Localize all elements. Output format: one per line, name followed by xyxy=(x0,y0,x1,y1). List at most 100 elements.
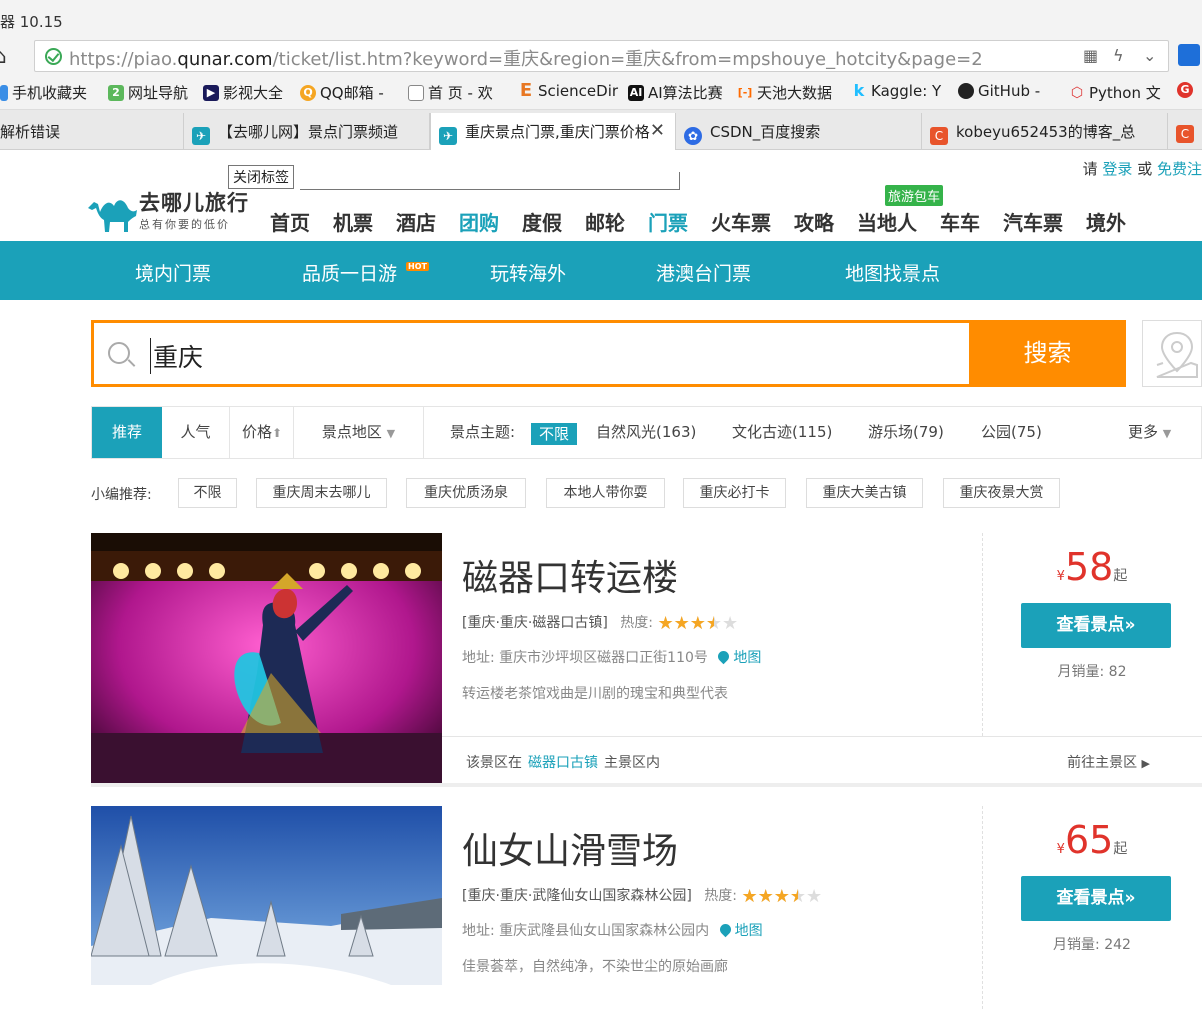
nav-flights[interactable]: 机票 xyxy=(333,207,373,236)
bookmark-item[interactable]: [-] 天池大数据 xyxy=(737,82,832,103)
browser-tab[interactable]: 解析错误 xyxy=(0,113,184,150)
bookmark-item[interactable]: AI AI算法比赛 xyxy=(628,82,723,103)
chevron-down-icon[interactable]: ⌄ xyxy=(1143,46,1156,65)
view-attraction-button[interactable]: 查看景点» xyxy=(1021,603,1171,648)
recommend-tag[interactable]: 不限 xyxy=(178,478,237,508)
map-link[interactable]: 地图 xyxy=(717,921,763,939)
chevron-down-icon: ▼ xyxy=(1162,427,1172,440)
map-pin-icon xyxy=(1156,331,1198,378)
github-icon xyxy=(958,83,974,99)
bookmark-item[interactable]: GitHub - xyxy=(958,82,1040,100)
nav-locals[interactable]: 当地人 xyxy=(857,207,917,236)
recommend-tag[interactable]: 重庆优质汤泉 xyxy=(406,478,526,508)
nav-trains[interactable]: 火车票 xyxy=(711,207,771,236)
url-field[interactable]: https://piao.qunar.com/ticket/list.htm?k… xyxy=(34,40,1169,72)
sort-price[interactable]: 价格⬆ xyxy=(230,407,294,458)
qunar-logo[interactable]: 去哪儿旅行 总有你要的低价 xyxy=(84,190,249,234)
theme-all[interactable]: 不限 xyxy=(531,423,578,445)
parent-area-link[interactable]: 磁器口古镇 xyxy=(528,755,598,771)
heat-stars: ★★★★★★★★★★ xyxy=(657,613,739,634)
nav-overseas[interactable]: 境外 xyxy=(1086,207,1126,236)
camel-logo-icon xyxy=(88,200,137,232)
home-icon[interactable]: ⌂ xyxy=(0,44,7,68)
nav-vacation[interactable]: 度假 xyxy=(522,207,562,236)
attraction-photo[interactable] xyxy=(91,533,442,783)
browser-tab[interactable]: Ckobeyu652453的博客_总 xyxy=(922,113,1168,150)
subnav-overseas[interactable]: 玩转海外 xyxy=(490,259,566,286)
view-attraction-button[interactable]: 查看景点» xyxy=(1021,876,1171,921)
kaggle-icon: k xyxy=(851,83,867,99)
nav-site-icon: 2 xyxy=(108,84,124,101)
attraction-description: 转运楼老茶馆戏曲是川剧的瑰宝和典型代表 xyxy=(462,686,728,702)
bookmark-item[interactable]: 首 页 - 欢 xyxy=(408,82,493,103)
bookmark-item[interactable]: E ScienceDir xyxy=(518,82,618,100)
sort-popularity[interactable]: 人气 xyxy=(162,407,230,458)
arrow-up-icon: ⬆ xyxy=(272,426,283,440)
attraction-meta: [重庆·重庆·武隆仙女山国家森林公园] 热度: ★★★★★★★★★★ xyxy=(462,885,822,907)
chevron-right-icon: ▶ xyxy=(1141,757,1150,770)
search-input[interactable]: 重庆 xyxy=(150,338,203,374)
subnav-map[interactable]: 地图找景点 xyxy=(845,259,940,286)
bookmark-item[interactable]: G xyxy=(1177,82,1193,98)
theme-park[interactable]: 公园(75) xyxy=(981,407,1042,458)
browser-tab[interactable]: ✈ 【去哪儿网】景点门票频道 xyxy=(184,113,430,150)
login-area: 请 登录 或 免费注 xyxy=(1082,160,1202,178)
browser-tab[interactable]: C xyxy=(1168,113,1202,150)
recommend-tag[interactable]: 重庆夜景大赏 xyxy=(943,478,1060,508)
bookmark-item[interactable]: ⬡ Python 文 xyxy=(1069,82,1161,103)
close-tab-icon[interactable]: ✕ xyxy=(650,120,665,141)
extension-icon[interactable] xyxy=(1178,44,1200,66)
nav-tickets[interactable]: 门票 xyxy=(648,207,688,236)
nav-hotels[interactable]: 酒店 xyxy=(396,207,436,236)
qunar-favicon-icon: ✈ xyxy=(439,127,457,145)
bookmark-item[interactable]: k Kaggle: Y xyxy=(851,82,941,100)
subnav-day-tour[interactable]: 品质一日游 xyxy=(302,259,397,286)
price-block: ¥65起 xyxy=(1056,818,1128,862)
lightning-icon[interactable]: ϟ xyxy=(1113,46,1124,65)
attraction-photo[interactable] xyxy=(91,806,442,985)
subnav-domestic[interactable]: 境内门票 xyxy=(135,259,211,286)
bookmark-item[interactable]: Q QQ邮箱 - xyxy=(300,82,384,103)
recommend-tag[interactable]: 本地人带你耍 xyxy=(546,478,665,508)
recommend-tag[interactable]: 重庆大美古镇 xyxy=(806,478,923,508)
theme-amusement[interactable]: 游乐场(79) xyxy=(868,407,944,458)
attraction-name[interactable]: 仙女山滑雪场 xyxy=(462,822,678,874)
map-link[interactable]: 地图 xyxy=(716,648,761,666)
register-link[interactable]: 免费注 xyxy=(1157,160,1202,178)
card-footer: 该景区在 磁器口古镇 主景区内 前往主景区 ▶ xyxy=(442,736,1202,783)
nav-cruise[interactable]: 邮轮 xyxy=(585,207,625,236)
bookmark-item[interactable]: ▶ 影视大全 xyxy=(203,82,283,103)
recommend-tag[interactable]: 重庆周末去哪儿 xyxy=(256,478,387,508)
recommend-label: 小编推荐: xyxy=(91,487,152,503)
nav-buses[interactable]: 汽车票 xyxy=(1003,207,1063,236)
nav-cars[interactable]: 车车 xyxy=(940,207,980,236)
logo-title: 去哪儿旅行 xyxy=(139,191,249,215)
theme-culture[interactable]: 文化古迹(115) xyxy=(732,407,832,458)
theme-label: 景点主题: xyxy=(450,423,516,441)
baidu-paw-icon: ✿ xyxy=(684,127,702,145)
nav-guides[interactable]: 攻略 xyxy=(794,207,834,236)
bookmark-item[interactable]: 手机收藏夹 xyxy=(0,82,87,103)
subnav-hk-macau-taiwan[interactable]: 港澳台门票 xyxy=(656,259,751,286)
recommend-tag[interactable]: 重庆必打卡 xyxy=(683,478,786,508)
bookmark-item[interactable]: 2 网址导航 xyxy=(108,82,188,103)
region-filter[interactable]: 景点地区 ▼ xyxy=(294,407,424,458)
map-search-button[interactable] xyxy=(1142,320,1202,387)
login-link[interactable]: 登录 xyxy=(1102,160,1132,178)
nav-group-buy[interactable]: 团购 xyxy=(459,207,499,236)
filter-bar: 推荐 人气 价格⬆ 景点地区 ▼ 景点主题: 不限 自然风光(163) 文化古迹… xyxy=(91,406,1202,459)
theme-nature[interactable]: 自然风光(163) xyxy=(596,407,696,458)
qr-code-icon[interactable]: ▦ xyxy=(1083,46,1098,65)
browser-tab[interactable]: ✿ CSDN_百度搜索 xyxy=(676,113,922,150)
goto-main-area-link[interactable]: 前往主景区 ▶ xyxy=(1067,752,1150,772)
parent-area-note: 该景区在 磁器口古镇 主景区内 xyxy=(466,755,660,771)
nav-home[interactable]: 首页 xyxy=(270,207,310,236)
search-button[interactable]: 搜索 xyxy=(969,320,1126,387)
attraction-name[interactable]: 磁器口转运楼 xyxy=(462,549,678,601)
bookmark-site-icon: G xyxy=(1177,82,1193,98)
monthly-sales: 月销量: 82 xyxy=(1057,664,1127,680)
browser-tab-active[interactable]: ✈ 重庆景点门票,重庆门票价格 ✕ xyxy=(430,113,676,150)
more-filter[interactable]: 更多 ▼ xyxy=(1128,407,1171,458)
url-text[interactable]: https://piao.qunar.com/ticket/list.htm?k… xyxy=(69,45,983,71)
sort-recommend[interactable]: 推荐 xyxy=(92,407,162,458)
